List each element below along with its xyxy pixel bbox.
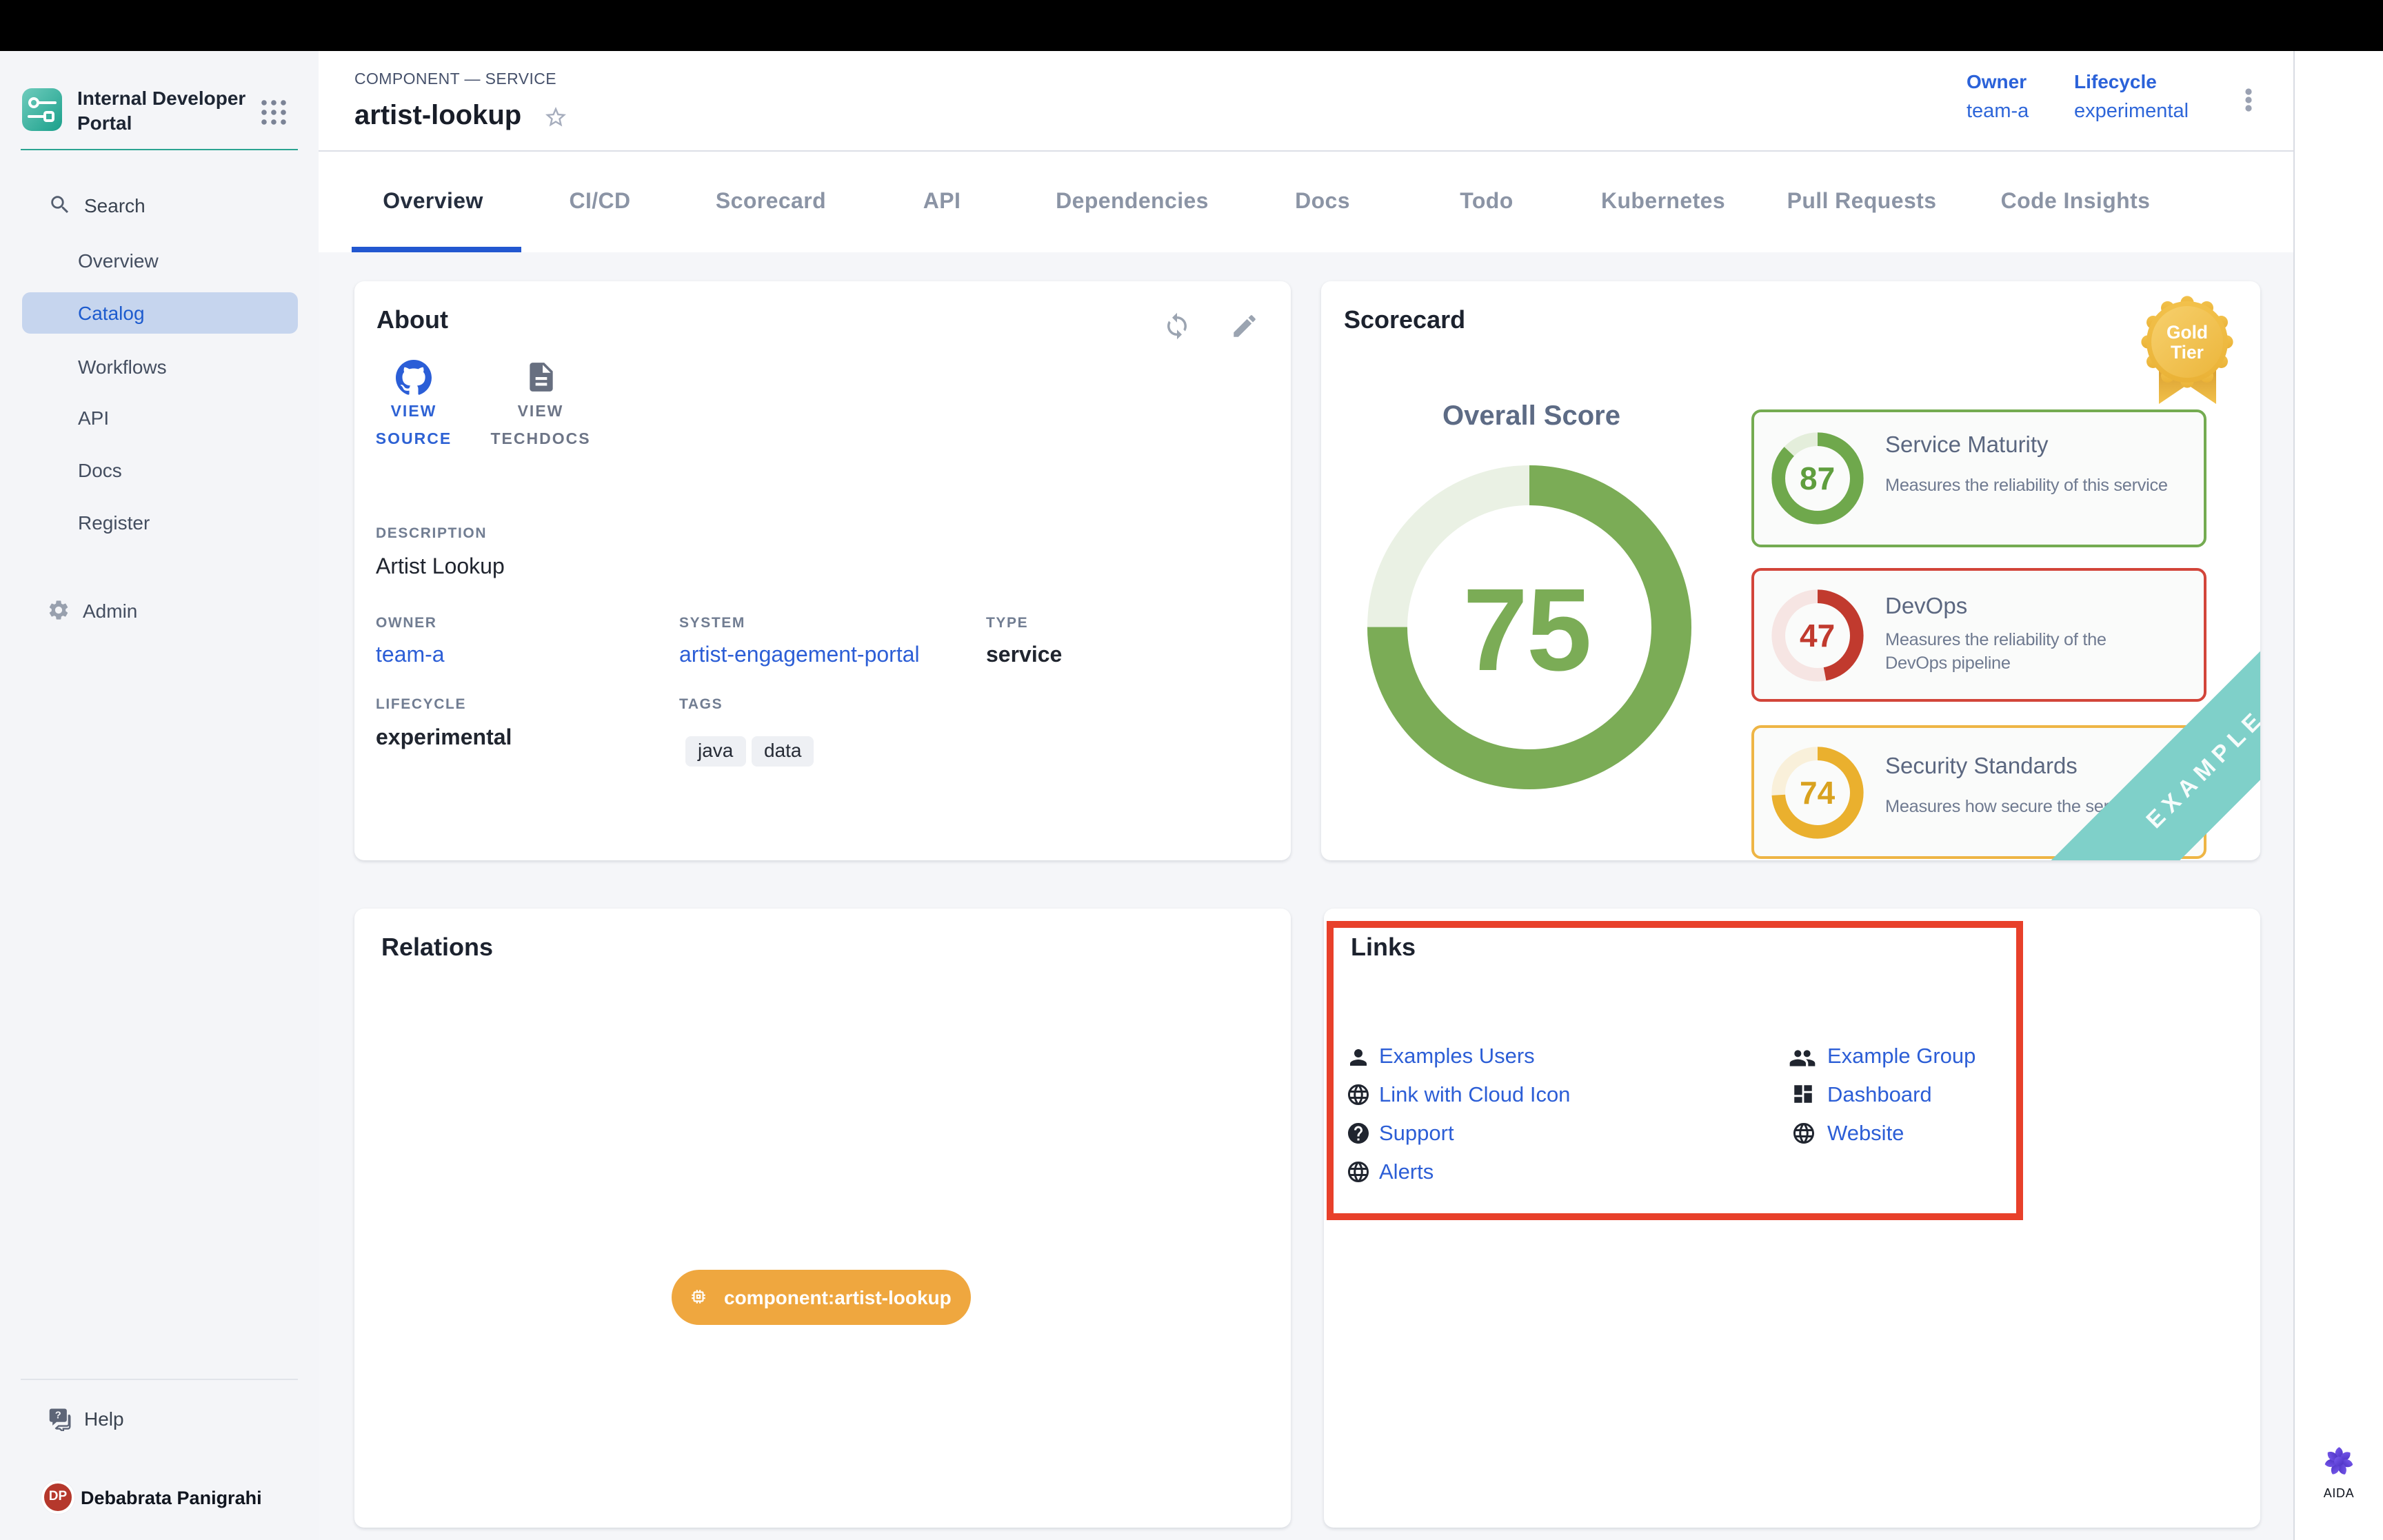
svg-text:?: ?: [55, 1410, 61, 1421]
svg-text:Tier: Tier: [2170, 341, 2203, 362]
svg-text:Gold: Gold: [2166, 321, 2207, 342]
